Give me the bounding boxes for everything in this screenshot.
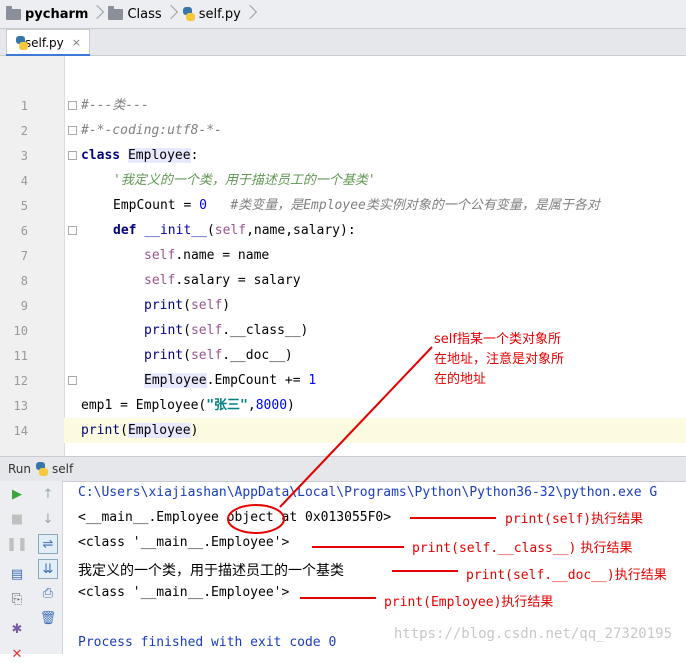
annotation-code: print(self) [505,512,592,527]
annotation-text: 执行结果 [614,568,667,583]
annotation-pointer [300,597,376,599]
annotation-pointer [410,517,496,519]
annotation-text: 执行结果 [591,512,644,527]
annotation-self-note: self指某一个类对象所 在地址，注意是对象所 在的地址 [434,330,564,390]
annotation-code: print(self.__class__) [412,541,577,556]
annotation-print-self: print(self)执行结果 [505,508,643,527]
watermark: https://blog.csdn.net/qq_27320195 [393,626,672,642]
annotation-text: 执行结果 [501,595,554,610]
annotation-line: 在的地址 [434,372,487,387]
annotation-code: print(Employee) [384,595,502,610]
annotation-text: 执行结果 [576,541,633,556]
annotation-print-class: print(self.__class__) 执行结果 [412,537,633,556]
annotation-print-doc: print(self.__doc__)执行结果 [466,564,667,583]
annotation-print-employee: print(Employee)执行结果 [384,591,553,610]
annotation-pointer [312,546,404,548]
annotation-code: print(self.__doc__) [466,568,615,583]
arrow-line [279,346,433,508]
annotation-pointer [392,570,458,572]
annotation-line: self指某一个类对象所 [434,332,561,347]
highlight-circle [227,504,285,534]
annotation-line: 在地址，注意是对象所 [434,352,565,367]
